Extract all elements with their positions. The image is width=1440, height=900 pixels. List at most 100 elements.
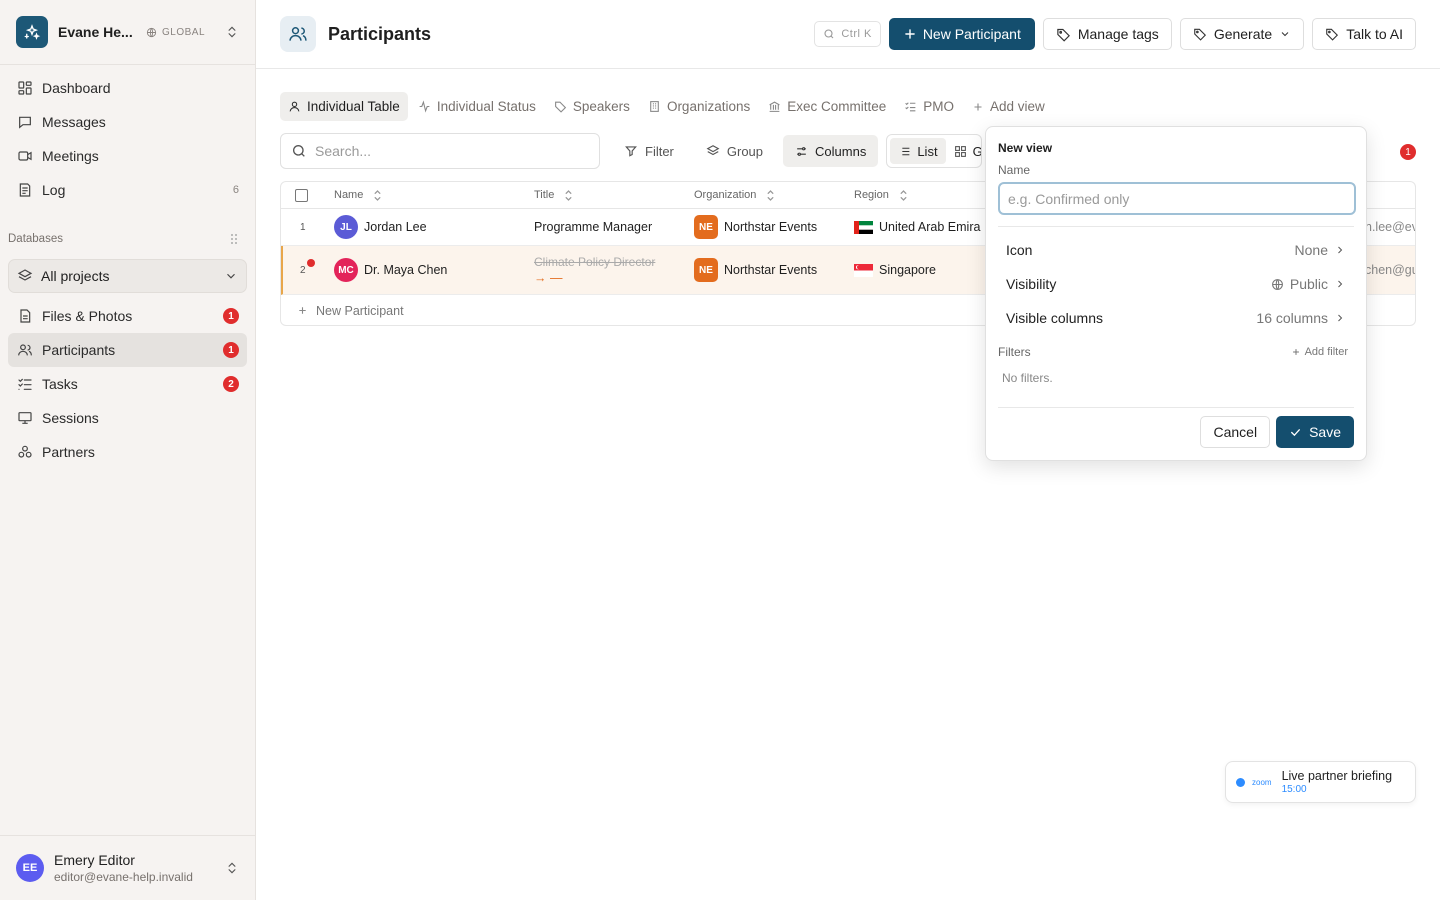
files-badge: 1: [223, 308, 239, 324]
nav-item-participants[interactable]: Participants 1: [8, 333, 247, 367]
workspace-name: Evane He...: [58, 24, 133, 40]
add-filter-button[interactable]: Add filter: [1291, 346, 1348, 358]
nav-item-partners[interactable]: Partners: [8, 435, 247, 469]
workspace-logo: [16, 16, 48, 48]
workspace-switch-icon[interactable]: [225, 25, 239, 39]
nav-label: Files & Photos: [42, 308, 133, 324]
user-icon: [289, 101, 300, 112]
add-view-button[interactable]: Add view: [964, 92, 1053, 121]
region-cell[interactable]: United Arab Emira: [854, 220, 980, 234]
icon-setting[interactable]: Icon None: [998, 233, 1354, 267]
nav-label: Meetings: [42, 148, 99, 164]
grid-view-button[interactable]: G: [946, 138, 981, 164]
uae-flag-icon: [854, 220, 873, 234]
log-count: 6: [232, 184, 239, 196]
column-header-name[interactable]: Name: [334, 189, 382, 201]
tab-speakers[interactable]: Speakers: [546, 92, 638, 121]
search-icon: [293, 145, 305, 157]
previous-title: Climate Policy Director: [534, 255, 656, 269]
nav-item-meetings[interactable]: Meetings: [8, 139, 247, 173]
message-icon: [16, 113, 34, 131]
globe-icon: [146, 27, 157, 37]
page-header: Participants Ctrl K New Participant Mana…: [256, 0, 1440, 69]
meeting-notification[interactable]: zoom Live partner briefing 15:00: [1225, 761, 1416, 803]
tag-icon: [1194, 28, 1206, 41]
chevron-right-icon: [1338, 280, 1343, 288]
new-participant-button[interactable]: New Participant: [888, 18, 1035, 50]
columns-value: 16 columns: [1256, 310, 1346, 326]
cancel-button[interactable]: Cancel: [1200, 416, 1271, 448]
popover-actions: Cancel Save: [998, 407, 1354, 448]
organization-cell[interactable]: NE Northstar Events: [694, 258, 817, 282]
select-all-checkbox[interactable]: [295, 188, 308, 202]
shortcut-label: Ctrl K: [841, 28, 872, 40]
column-header-title[interactable]: Title: [534, 189, 573, 201]
notification-body: Live partner briefing 15:00: [1282, 769, 1392, 795]
group-button[interactable]: Group: [694, 135, 775, 167]
nav-item-sessions[interactable]: Sessions: [8, 401, 247, 435]
nav-item-messages[interactable]: Messages: [8, 105, 247, 139]
project-selector[interactable]: All projects: [8, 259, 247, 293]
name-cell[interactable]: JL Jordan Lee: [334, 215, 427, 239]
tab-organizations[interactable]: Organizations: [640, 92, 758, 121]
title-cell[interactable]: Climate Policy Director → —: [534, 255, 655, 285]
tag-icon: [554, 101, 567, 113]
command-search-button[interactable]: Ctrl K: [814, 21, 881, 47]
row-number: 2: [300, 264, 306, 276]
building-icon: [650, 101, 659, 112]
list-icon: [899, 147, 910, 155]
dashboard-icon: [16, 79, 34, 97]
avatar: JL: [334, 215, 358, 239]
tag-icon: [1326, 28, 1339, 41]
view-name-input[interactable]: [998, 182, 1356, 215]
drag-handle-icon[interactable]: [229, 233, 239, 245]
zoom-label: zoom: [1252, 777, 1272, 787]
column-header-region[interactable]: Region: [854, 189, 908, 201]
checklist-icon: [905, 102, 916, 112]
manage-tags-button[interactable]: Manage tags: [1042, 18, 1172, 50]
chevron-down-icon: [224, 269, 238, 283]
org-logo: NE: [694, 258, 718, 282]
save-button[interactable]: Save: [1276, 416, 1354, 448]
sort-icon: [900, 189, 907, 201]
search-input[interactable]: [315, 143, 585, 159]
nav-label: Dashboard: [42, 80, 111, 96]
alert-badge[interactable]: 1: [1400, 144, 1416, 160]
column-header-organization[interactable]: Organization: [694, 189, 775, 201]
nav-item-dashboard[interactable]: Dashboard: [8, 71, 247, 105]
email-cell[interactable]: chen@gu: [1365, 263, 1415, 277]
check-icon: [1291, 428, 1301, 436]
generate-button[interactable]: Generate: [1179, 18, 1305, 50]
search-box: [280, 133, 600, 169]
unread-dot: [307, 259, 315, 267]
chevron-updown-icon[interactable]: [225, 861, 239, 875]
visible-columns-setting[interactable]: Visible columns 16 columns: [998, 301, 1354, 335]
nav-label: Participants: [42, 342, 116, 358]
region-cell[interactable]: Singapore: [854, 263, 936, 277]
nav-item-log[interactable]: Log 6: [8, 173, 247, 207]
divider: [998, 226, 1354, 227]
list-view-button[interactable]: List: [890, 138, 946, 164]
workspace-header[interactable]: Evane He... GLOBAL: [0, 0, 255, 65]
chevron-down-icon: [1281, 32, 1289, 37]
tab-individual-table[interactable]: Individual Table: [280, 92, 408, 121]
visibility-setting[interactable]: Visibility Public: [998, 267, 1354, 301]
tab-individual-status[interactable]: Individual Status: [410, 92, 544, 121]
filter-button[interactable]: Filter: [612, 135, 686, 167]
user-menu[interactable]: EE Emery Editor editor@evane-help.invali…: [0, 835, 255, 900]
tab-exec-committee[interactable]: Exec Committee: [760, 92, 894, 121]
project-selector-label: All projects: [41, 268, 110, 284]
nav-item-files[interactable]: Files & Photos 1: [8, 299, 247, 333]
email-cell[interactable]: n.lee@evan: [1365, 220, 1415, 234]
title-cell[interactable]: Programme Manager: [534, 220, 652, 234]
columns-button[interactable]: Columns: [783, 135, 879, 167]
talk-to-ai-button[interactable]: Talk to AI: [1312, 18, 1416, 50]
checklist-icon: [16, 375, 34, 393]
name-cell[interactable]: MC Dr. Maya Chen: [334, 258, 447, 282]
participants-badge: 1: [223, 342, 239, 358]
zoom-icon: [1236, 777, 1245, 787]
view-tabs: Individual Table Individual Status Speak…: [280, 92, 1055, 121]
organization-cell[interactable]: NE Northstar Events: [694, 215, 817, 239]
tab-pmo[interactable]: PMO: [896, 92, 962, 121]
nav-item-tasks[interactable]: Tasks 2: [8, 367, 247, 401]
